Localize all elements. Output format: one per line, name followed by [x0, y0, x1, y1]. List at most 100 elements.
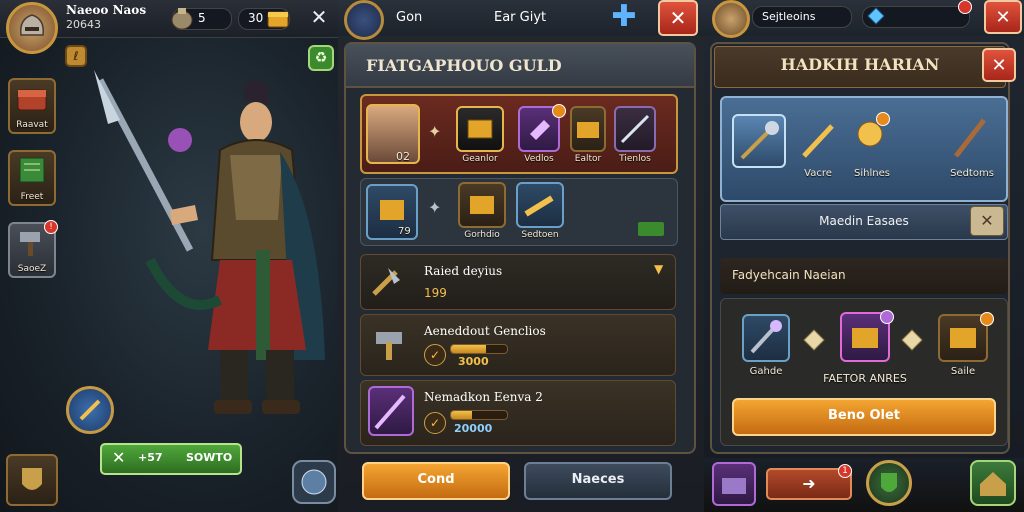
list-item-title: Aeneddout Genclios [424, 324, 546, 338]
guild-panel: Gon Ear Giyt ✚ ✕ FIATGAPHOUO GULD 02 ✦ G… [338, 0, 704, 512]
reward-item[interactable] [458, 182, 506, 228]
list-item[interactable] [360, 254, 676, 310]
scroll-icon [19, 157, 45, 183]
arrow-icon: ✦ [428, 198, 442, 217]
item-badge [880, 310, 894, 324]
craft-center-label: FAETOR ANRES [823, 372, 907, 385]
mace-icon [750, 320, 782, 354]
side-button-label: SaoeZ [17, 264, 47, 274]
reward-item[interactable] [516, 182, 564, 228]
item-badge [552, 104, 566, 118]
side-button-label: Raavat [16, 120, 48, 130]
axe-icon [366, 262, 406, 302]
nav-button-home[interactable] [970, 460, 1016, 506]
diamond-icon [802, 328, 826, 352]
craft-left-label: Gahde [749, 366, 783, 377]
hunter-panel: Sejtleoins ✕ HADKIH HARIAN ✕ Vacre Sihln… [704, 0, 1024, 512]
crossed-swords-icon: ✕ [112, 448, 126, 467]
gem-icon [866, 6, 886, 26]
avatar[interactable] [712, 0, 750, 38]
sword-icon [798, 118, 838, 162]
nav-button-shield[interactable] [866, 460, 912, 506]
item-label: Tienlos [619, 154, 651, 164]
item-label: Gorhdio [464, 230, 500, 240]
house-icon [980, 472, 1006, 496]
primary-button-label: Cond [417, 472, 455, 487]
progress-bar [450, 410, 508, 420]
list-item-value: 3000 [458, 355, 489, 368]
shield-icon [22, 468, 42, 490]
player-name: Naeoo Naos [66, 3, 147, 17]
item-count: 79 [398, 226, 411, 237]
hero-panel: Naeoo Naos 20643 5 30 ✕ ℓ ♻ Raavat Freet… [0, 0, 338, 512]
gold-count: 30 [248, 11, 264, 25]
reward-item[interactable] [732, 114, 786, 168]
home-button[interactable] [6, 454, 58, 506]
close-button[interactable]: ✕ [658, 0, 698, 36]
gold-chest-icon [470, 196, 494, 214]
dropdown-arrow-icon[interactable]: ▼ [654, 262, 663, 276]
hammer-icon [368, 322, 412, 366]
alert-badge: ! [44, 220, 58, 234]
top-name: Sejtleoins [762, 10, 816, 23]
add-icon[interactable]: ✚ [606, 2, 642, 34]
hammer-icon[interactable]: ✕ [970, 206, 1004, 236]
close-button[interactable]: ✕ [982, 48, 1016, 82]
hunter-title: HADKIH HARIAN [780, 55, 940, 74]
box-icon [722, 478, 746, 494]
craft-button-label: Beno Olet [828, 408, 900, 423]
close-icon[interactable]: ✕ [308, 6, 330, 28]
shield-icon [881, 473, 897, 492]
progress-fill [451, 345, 486, 353]
player-id: 20643 [66, 18, 101, 31]
list-item-value: 20000 [454, 422, 493, 435]
item-label: Vedlos [524, 154, 554, 164]
gold-chest-icon [950, 328, 976, 348]
item-label: Vacre [804, 168, 832, 179]
section-title: Fadyehcain Naeian [732, 268, 846, 282]
check-icon: ✓ [424, 412, 446, 434]
progress-fill [451, 411, 473, 419]
avatar[interactable] [6, 2, 58, 54]
nav-button-box[interactable] [712, 462, 756, 506]
list-item-title: Nemadkon Eenva 2 [424, 390, 543, 404]
mace-icon [740, 121, 779, 160]
map-button[interactable] [292, 460, 336, 504]
globe-icon [301, 469, 327, 495]
craft-right-label: Saile [950, 366, 976, 377]
craft-slot[interactable] [742, 314, 790, 362]
gold-chest-icon [266, 6, 290, 30]
gold-chest-icon [467, 119, 493, 139]
compass-button[interactable] [66, 386, 114, 434]
reward-item[interactable] [456, 106, 504, 152]
list-item-title: Raied deyius [424, 264, 503, 278]
alert-badge: 1 [838, 464, 852, 478]
reward-item[interactable] [570, 106, 606, 152]
side-button-label: Freet [20, 192, 44, 202]
reward-item [368, 386, 414, 436]
close-button[interactable]: ✕ [984, 0, 1022, 34]
item-label: Sedtoen [521, 230, 559, 240]
treasure-chest-icon [17, 89, 47, 111]
item-label: Sedtoms [950, 168, 994, 179]
resource-count: 5 [198, 11, 206, 25]
item-label: Sihlnes [854, 168, 890, 179]
item-label: Ealtor [574, 154, 602, 164]
progress-bar [450, 344, 508, 354]
secondary-button-label: Naeces [571, 472, 625, 487]
hero-portrait[interactable] [366, 104, 420, 164]
guild-title: FIATGAPHOUO GULD [366, 56, 562, 75]
guild-emblem-icon[interactable] [344, 0, 384, 40]
list-item-value: 199 [424, 286, 447, 300]
header-subtitle: Ear Giyt [494, 10, 547, 25]
item-label: Geanlor [462, 154, 498, 164]
action-label: SOWTO [186, 451, 233, 464]
status-indicator [638, 222, 664, 236]
check-icon: ✓ [424, 344, 446, 366]
item-badge [876, 112, 890, 126]
feather-icon [79, 399, 101, 421]
header-title: Gon [396, 10, 423, 25]
hero-character [94, 70, 325, 414]
pouch-icon [170, 4, 194, 30]
reward-item[interactable] [614, 106, 656, 152]
